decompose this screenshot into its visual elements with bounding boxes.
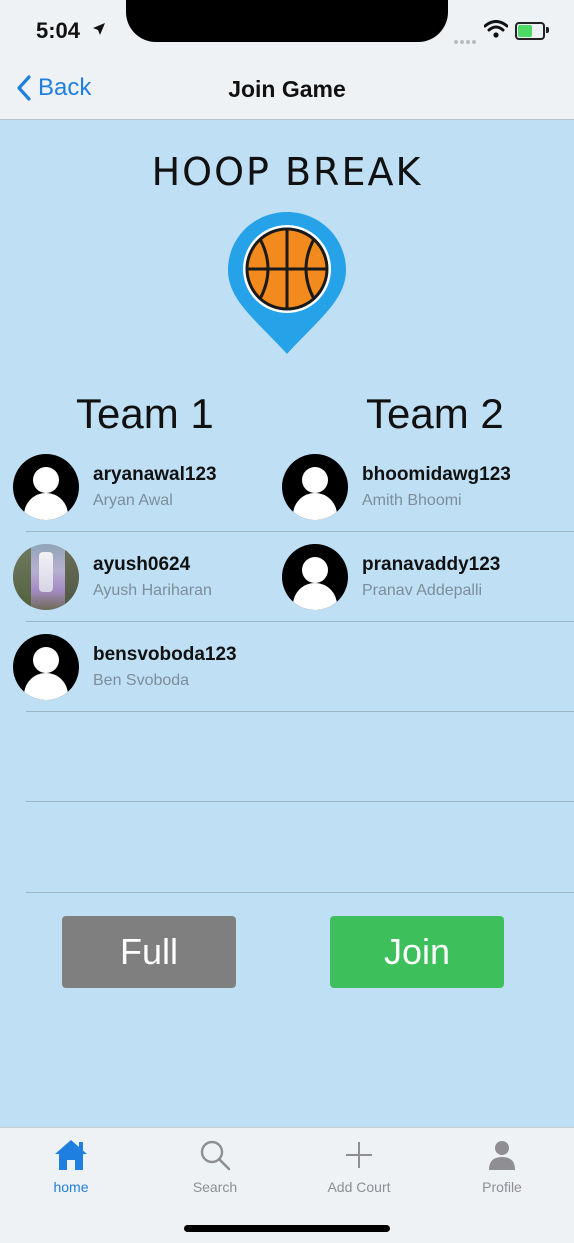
tab-home[interactable]: home xyxy=(16,1138,126,1195)
join-button[interactable]: Join xyxy=(330,916,504,988)
player-full-name: Ben Svoboda xyxy=(93,672,190,689)
player-full-name: Aryan Awal xyxy=(93,492,173,509)
plus-icon xyxy=(346,1142,372,1168)
player-full-name: Amith Bhoomi xyxy=(362,492,462,509)
device-notch xyxy=(126,0,448,42)
join-game-content: HOOP BREAK Team 1 Team 2 aryanawal123 Ar… xyxy=(0,120,574,1127)
tab-label: Profile xyxy=(482,1179,522,1195)
location-arrow-icon xyxy=(92,22,106,41)
row-divider xyxy=(26,801,574,802)
tab-label: Add Court xyxy=(327,1179,391,1195)
home-indicator[interactable] xyxy=(184,1225,390,1232)
home-icon xyxy=(55,1140,87,1170)
row-divider xyxy=(26,892,574,893)
battery-level xyxy=(518,25,532,37)
status-time: 5:04 xyxy=(36,18,81,43)
player-full-name: Pranav Addepalli xyxy=(362,582,483,599)
phone-screen: 5:04 Back Join Game HOOP BREAK Team 1 Te… xyxy=(0,0,574,1243)
team-2-player-row[interactable]: pranavaddy123 Pranav Addepalli xyxy=(282,542,500,612)
navigation-bar: Back Join Game xyxy=(0,62,574,120)
photo-avatar xyxy=(13,544,79,610)
row-divider xyxy=(26,711,574,712)
default-avatar-icon xyxy=(282,454,348,520)
team-2-player-row[interactable]: bhoomidawg123 Amith Bhoomi xyxy=(282,452,511,522)
team-2-header: Team 2 xyxy=(366,390,504,437)
tab-profile[interactable]: Profile xyxy=(447,1138,557,1195)
default-avatar-icon xyxy=(282,544,348,610)
player-full-name: Ayush Hariharan xyxy=(93,582,212,599)
row-divider xyxy=(26,531,574,532)
battery-cap xyxy=(546,27,549,33)
team-1-header: Team 1 xyxy=(76,390,214,437)
player-username: bensvoboda123 xyxy=(93,644,237,665)
team-1-player-row[interactable]: bensvoboda123 Ben Svoboda xyxy=(13,632,237,702)
battery-icon xyxy=(515,22,545,40)
wifi-icon xyxy=(483,20,509,43)
brand-title: HOOP BREAK xyxy=(151,150,423,194)
player-username: bhoomidawg123 xyxy=(362,464,511,485)
team-1-player-row[interactable]: ayush0624 Ayush Hariharan xyxy=(13,542,212,612)
person-icon xyxy=(489,1141,515,1170)
tab-label: home xyxy=(53,1179,89,1195)
search-icon xyxy=(200,1140,231,1171)
team-1-player-row[interactable]: aryanawal123 Aryan Awal xyxy=(13,452,217,522)
page-title: Join Game xyxy=(228,76,346,102)
tab-search[interactable]: Search xyxy=(160,1138,270,1195)
default-avatar-icon xyxy=(13,634,79,700)
basketball-pin-icon xyxy=(226,208,348,361)
full-button[interactable]: Full xyxy=(62,916,236,988)
player-username: ayush0624 xyxy=(93,554,191,575)
tab-label: Search xyxy=(192,1179,238,1195)
player-username: pranavaddy123 xyxy=(362,554,501,575)
status-bar: 5:04 xyxy=(0,0,574,62)
cellular-signal-icon xyxy=(454,31,478,49)
tab-add-court[interactable]: Add Court xyxy=(304,1138,414,1195)
player-username: aryanawal123 xyxy=(93,464,217,485)
row-divider xyxy=(26,621,574,622)
default-avatar-icon xyxy=(13,454,79,520)
